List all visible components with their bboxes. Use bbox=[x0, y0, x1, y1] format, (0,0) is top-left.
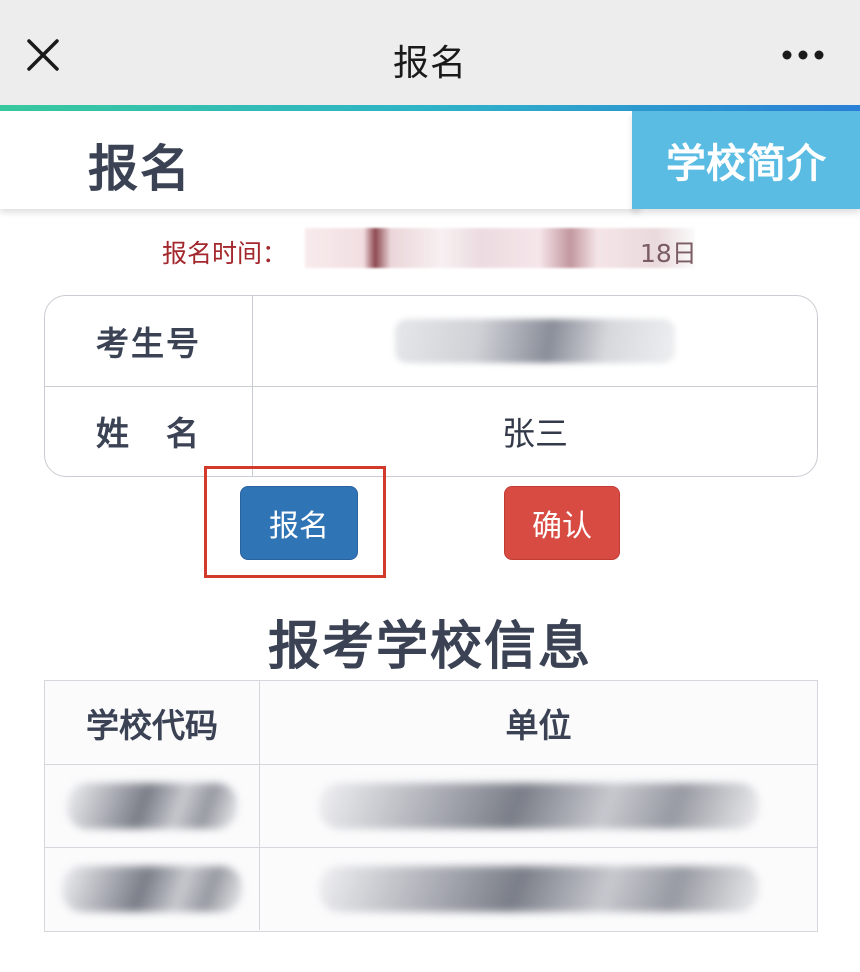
table-row bbox=[45, 764, 817, 848]
registration-time-redacted bbox=[305, 228, 695, 268]
student-info-table: 考生号 姓 名 张三 bbox=[44, 295, 818, 477]
registration-time-suffix: 18日 bbox=[640, 239, 697, 268]
table-header-row: 学校代码 单位 bbox=[45, 681, 817, 765]
exam-number-label: 考生号 bbox=[45, 296, 253, 386]
more-icon[interactable] bbox=[780, 40, 826, 70]
page-header: 报名 bbox=[0, 111, 640, 209]
school-code-cell bbox=[45, 847, 260, 930]
school-intro-button[interactable]: 学校简介 bbox=[632, 111, 860, 209]
redacted-exam-number bbox=[395, 319, 675, 363]
redacted-school-code bbox=[62, 865, 242, 912]
exam-number-value bbox=[253, 296, 817, 386]
redacted-school-code bbox=[67, 782, 237, 829]
unit-cell bbox=[260, 847, 817, 930]
registration-time-label: 报名时间： bbox=[162, 239, 288, 268]
column-header-unit: 单位 bbox=[505, 705, 572, 745]
name-label: 姓 名 bbox=[45, 386, 253, 476]
table-row: 考生号 bbox=[45, 296, 817, 387]
school-info-table: 学校代码 单位 bbox=[44, 680, 818, 932]
redacted-unit bbox=[318, 865, 759, 912]
redacted-unit bbox=[318, 782, 759, 829]
app-bar-title: 报名 bbox=[392, 43, 467, 84]
table-row: 姓 名 张三 bbox=[45, 386, 817, 476]
school-code-cell bbox=[45, 764, 260, 847]
app-bar: 报名 bbox=[0, 0, 860, 105]
name-value: 张三 bbox=[502, 414, 568, 453]
section-title: 报考学校信息 bbox=[267, 617, 592, 677]
table-row bbox=[45, 847, 817, 930]
register-button[interactable]: 报名 bbox=[240, 486, 358, 560]
column-header-school-code: 学校代码 bbox=[45, 681, 260, 764]
page-title: 报名 bbox=[88, 140, 192, 198]
unit-cell bbox=[260, 764, 817, 847]
confirm-button[interactable]: 确认 bbox=[504, 486, 620, 560]
